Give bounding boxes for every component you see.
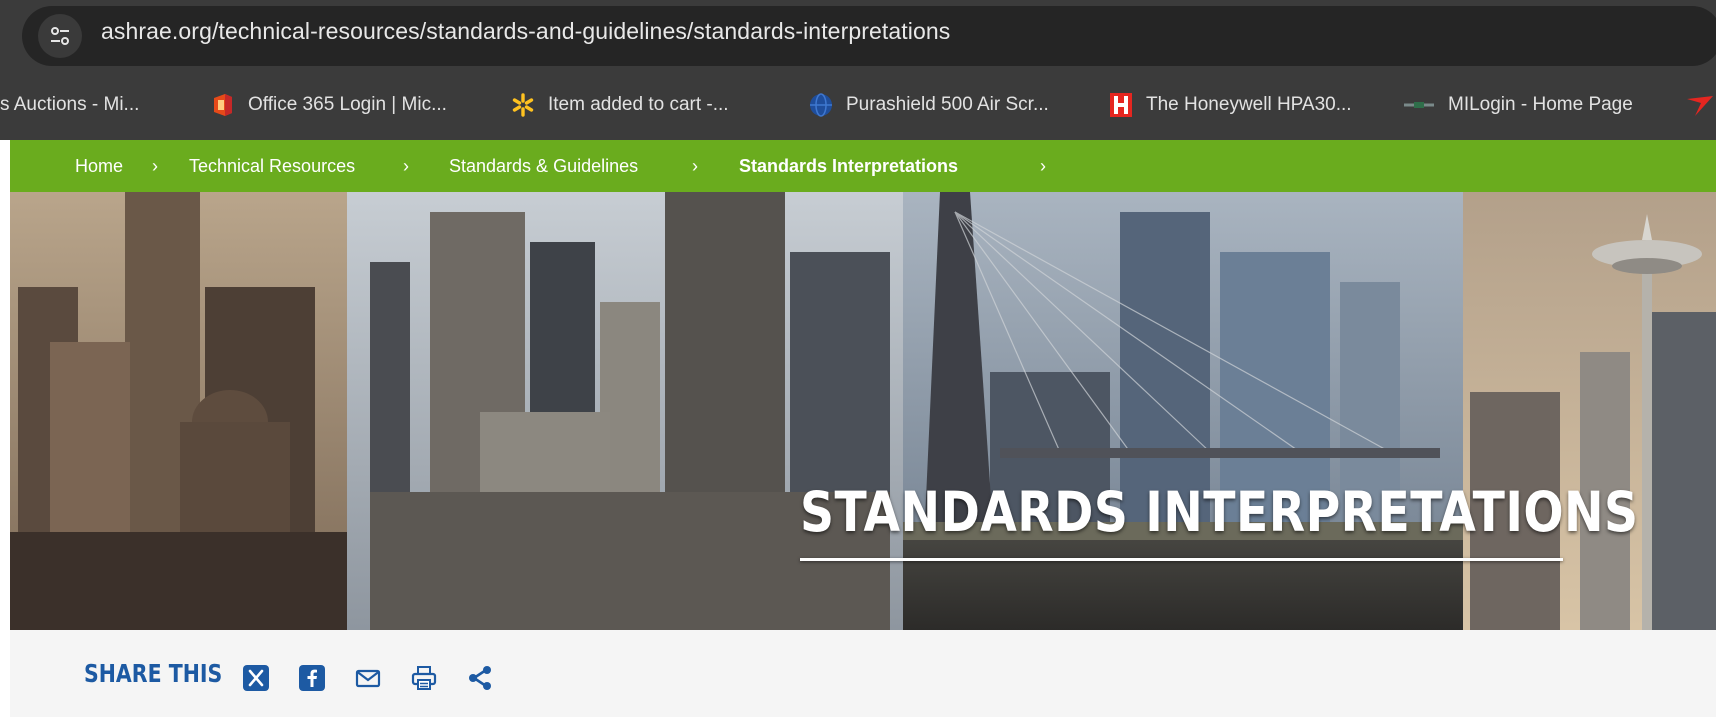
bookmark-auctions[interactable]: s Auctions - Mi...: [0, 70, 139, 140]
bookmark-milogin[interactable]: MILogin - Home Page: [1402, 70, 1633, 140]
bookmark-honeywell[interactable]: The Honeywell HPA30...: [1108, 70, 1352, 140]
x-icon[interactable]: [242, 664, 270, 692]
bookmarks-bar: s Auctions - Mi... Office 365 Login | Mi…: [0, 70, 1716, 140]
address-bar: ashrae.org/technical-resources/standards…: [0, 0, 1716, 70]
bookmark-purashield[interactable]: Purashield 500 Air Scr...: [808, 70, 1049, 140]
facebook-icon[interactable]: [298, 664, 326, 692]
breadcrumb-separator: ›: [403, 156, 409, 176]
breadcrumb-separator: ›: [692, 156, 698, 176]
bookmark-label: Office 365 Login | Mic...: [248, 94, 447, 115]
print-icon[interactable]: [410, 664, 438, 692]
office-icon: [210, 92, 236, 118]
share-label: SHARE THIS: [84, 659, 223, 688]
bookmark-walmart[interactable]: Item added to cart -...: [510, 70, 729, 140]
walmart-spark-icon: [510, 92, 536, 118]
url-text[interactable]: ashrae.org/technical-resources/standards…: [101, 18, 950, 45]
title-underline: [800, 558, 1563, 561]
hero-banner: STANDARDS INTERPRETATIONS: [10, 192, 1716, 630]
share-icon[interactable]: [466, 664, 494, 692]
breadcrumb-technical-resources[interactable]: Technical Resources: [189, 140, 355, 192]
globe-icon: [808, 92, 834, 118]
page-title: STANDARDS INTERPRETATIONS: [800, 480, 1639, 544]
tune-icon[interactable]: [38, 14, 82, 58]
email-icon[interactable]: [354, 664, 382, 692]
breadcrumb: Home › Technical Resources › Standards &…: [10, 140, 1716, 192]
share-bar: SHARE THIS: [10, 630, 1716, 717]
hero-cityscape-image: [10, 192, 1716, 630]
honeywell-h-icon: [1108, 92, 1134, 118]
bookmark-label: MILogin - Home Page: [1448, 94, 1633, 115]
bookmark-label: s Auctions - Mi...: [0, 94, 140, 115]
bookmark-office365[interactable]: Office 365 Login | Mic...: [210, 70, 447, 140]
milogin-icon: [1402, 92, 1436, 118]
bookmark-label: Purashield 500 Air Scr...: [846, 94, 1049, 115]
breadcrumb-separator: ›: [152, 156, 158, 176]
red-bookmark-icon: [1685, 92, 1713, 118]
bookmark-label: Item added to cart -...: [548, 94, 729, 115]
bookmark-label: The Honeywell HPA30...: [1146, 94, 1352, 115]
bookmark-overflow[interactable]: [1685, 70, 1716, 140]
breadcrumb-separator: ›: [1040, 156, 1046, 176]
breadcrumb-home[interactable]: Home: [75, 140, 123, 192]
breadcrumb-current: Standards Interpretations: [739, 156, 959, 176]
breadcrumb-standards-guidelines[interactable]: Standards & Guidelines: [449, 140, 638, 192]
